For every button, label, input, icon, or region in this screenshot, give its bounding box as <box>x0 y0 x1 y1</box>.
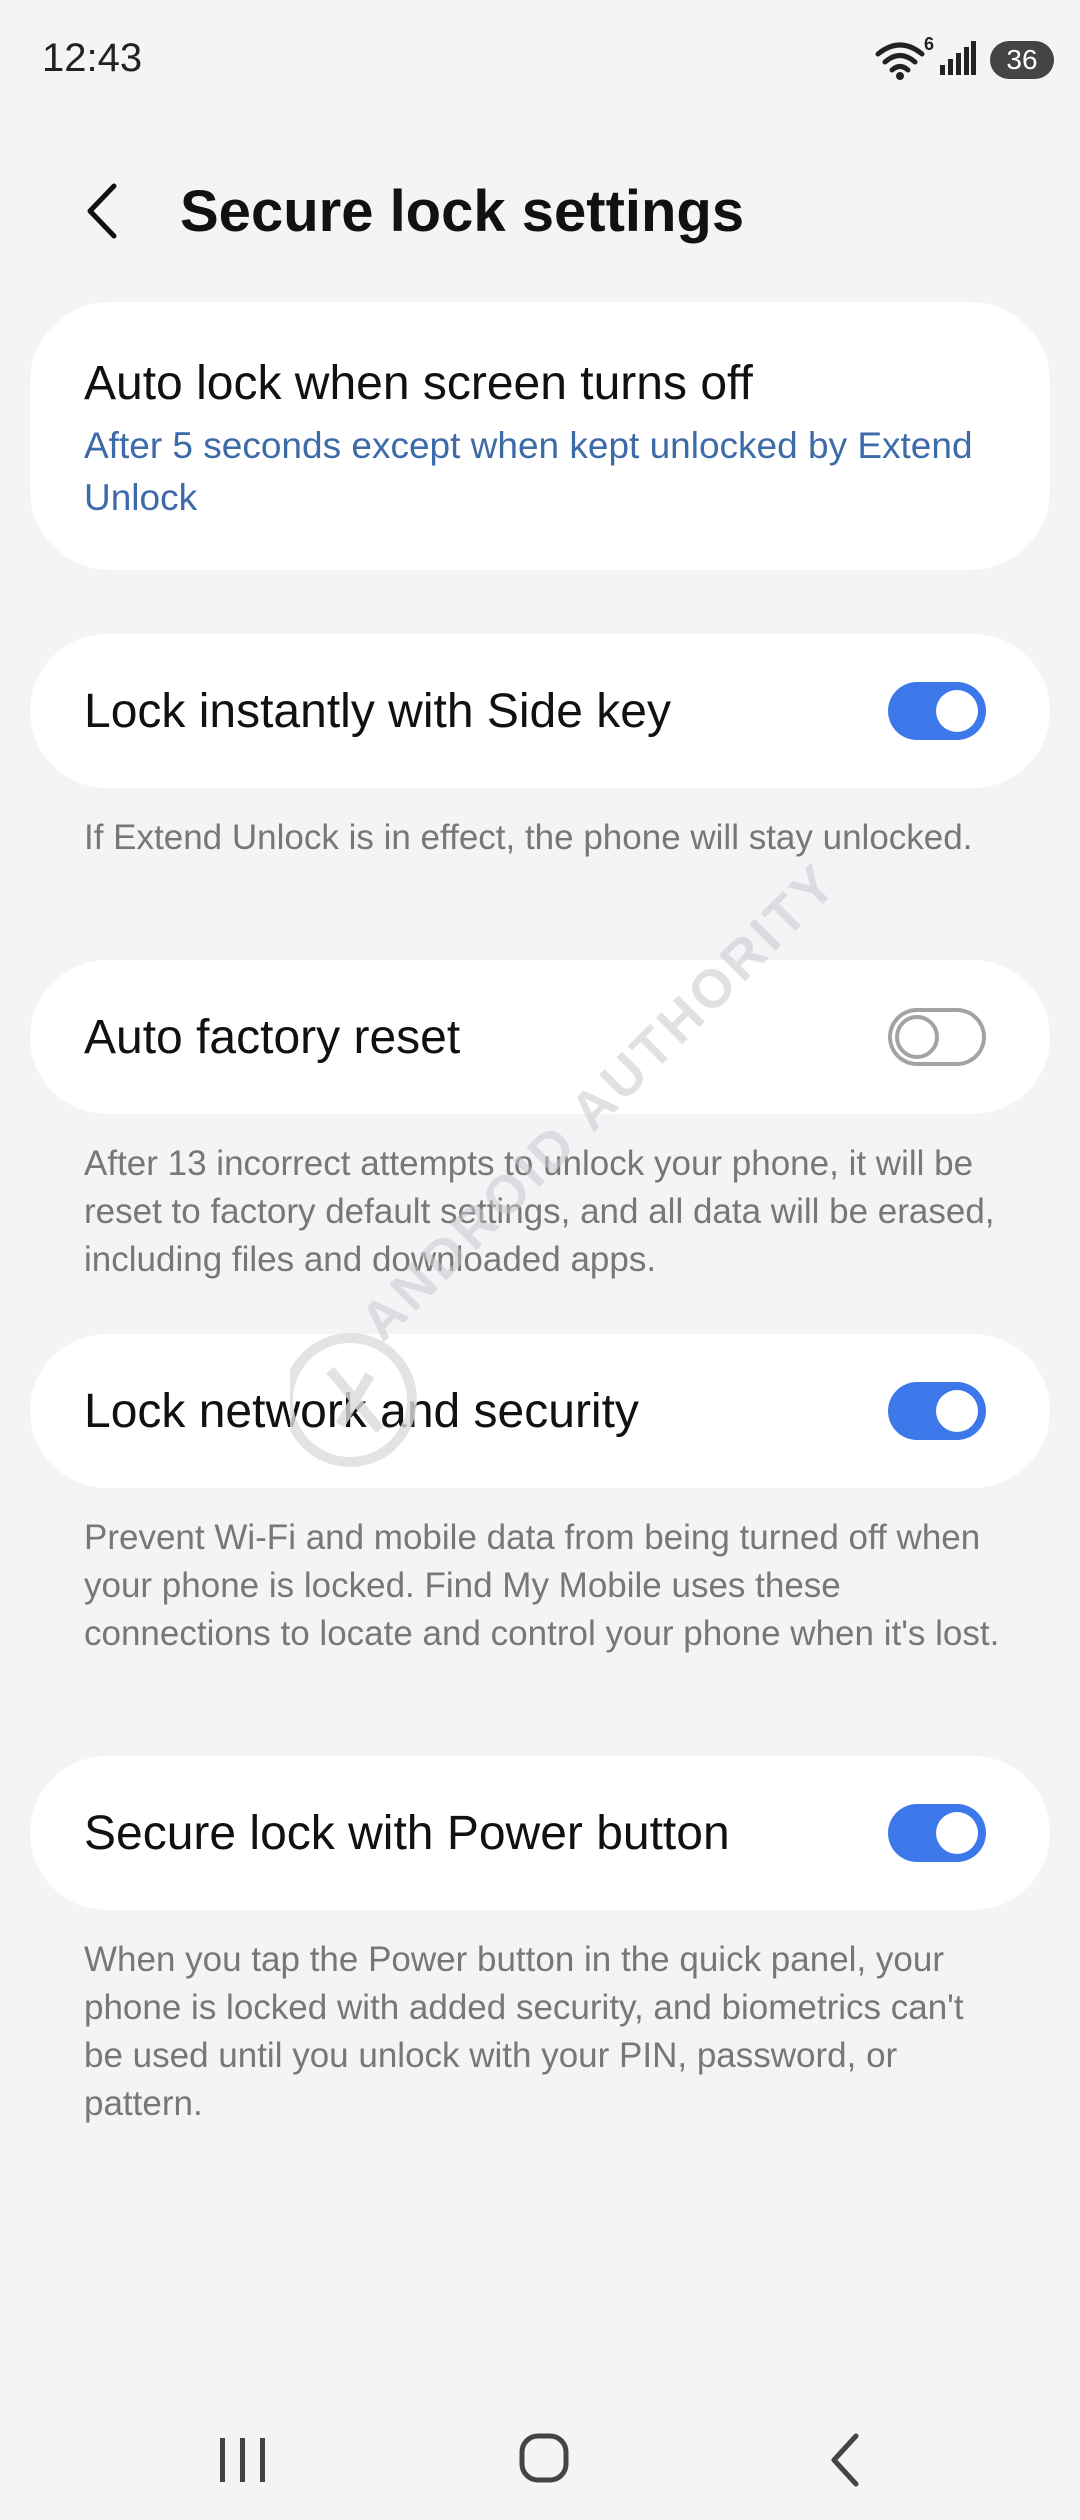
status-time: 12:43 <box>42 36 143 80</box>
signal-icon <box>940 40 976 80</box>
nav-back-icon <box>831 2433 859 2487</box>
secure-lock-power-description: When you tap the Power button in the qui… <box>84 1940 964 2123</box>
wifi-label: 6 <box>923 34 934 54</box>
recents-button[interactable] <box>192 2420 292 2500</box>
nav-back-button[interactable] <box>796 2420 896 2500</box>
auto-factory-reset-card[interactable]: Auto factory reset <box>30 960 1050 1114</box>
lock-network-toggle[interactable] <box>888 1382 986 1440</box>
toggle-knob <box>895 1015 939 1059</box>
chevron-left-icon <box>87 183 117 239</box>
wifi-icon: 6 <box>874 34 934 80</box>
secure-lock-power-card[interactable]: Secure lock with Power button <box>30 1756 1050 1910</box>
auto-lock-title: Auto lock when screen turns off <box>84 357 753 410</box>
auto-factory-reset-description: After 13 incorrect attempts to unlock yo… <box>84 1144 995 1279</box>
auto-factory-reset-toggle[interactable] <box>888 1008 986 1066</box>
lock-side-key-description: If Extend Unlock is in effect, the phone… <box>84 818 973 857</box>
recents-icon <box>220 2438 265 2482</box>
home-button[interactable] <box>494 2420 594 2500</box>
battery-level: 36 <box>1006 44 1038 75</box>
lock-network-card[interactable]: Lock network and security <box>30 1334 1050 1488</box>
lock-network-description: Prevent Wi-Fi and mobile data from being… <box>84 1518 1000 1653</box>
auto-factory-reset-title: Auto factory reset <box>84 1011 461 1064</box>
status-bar: 12:43 6 36 <box>0 0 1080 120</box>
toggle-knob <box>936 1390 978 1432</box>
auto-lock-subtitle: After 5 seconds except when kept unlocke… <box>84 425 973 518</box>
auto-lock-card[interactable]: Auto lock when screen turns off After 5 … <box>30 302 1050 570</box>
lock-side-key-toggle[interactable] <box>888 682 986 740</box>
secure-lock-power-toggle[interactable] <box>888 1804 986 1862</box>
secure-lock-power-title: Secure lock with Power button <box>84 1807 730 1860</box>
home-icon <box>519 2433 569 2483</box>
toggle-knob <box>936 1812 978 1854</box>
lock-side-key-title: Lock instantly with Side key <box>84 685 671 738</box>
toggle-knob <box>936 690 978 732</box>
back-button[interactable] <box>70 176 140 246</box>
lock-network-title: Lock network and security <box>84 1385 639 1438</box>
page-title: Secure lock settings <box>180 179 745 244</box>
status-icons: 6 36 <box>874 34 1054 84</box>
navigation-bar <box>0 2400 1080 2520</box>
lock-side-key-card[interactable]: Lock instantly with Side key <box>30 634 1050 788</box>
app-header: Secure lock settings <box>0 160 1080 260</box>
battery-icon: 36 <box>990 41 1054 79</box>
